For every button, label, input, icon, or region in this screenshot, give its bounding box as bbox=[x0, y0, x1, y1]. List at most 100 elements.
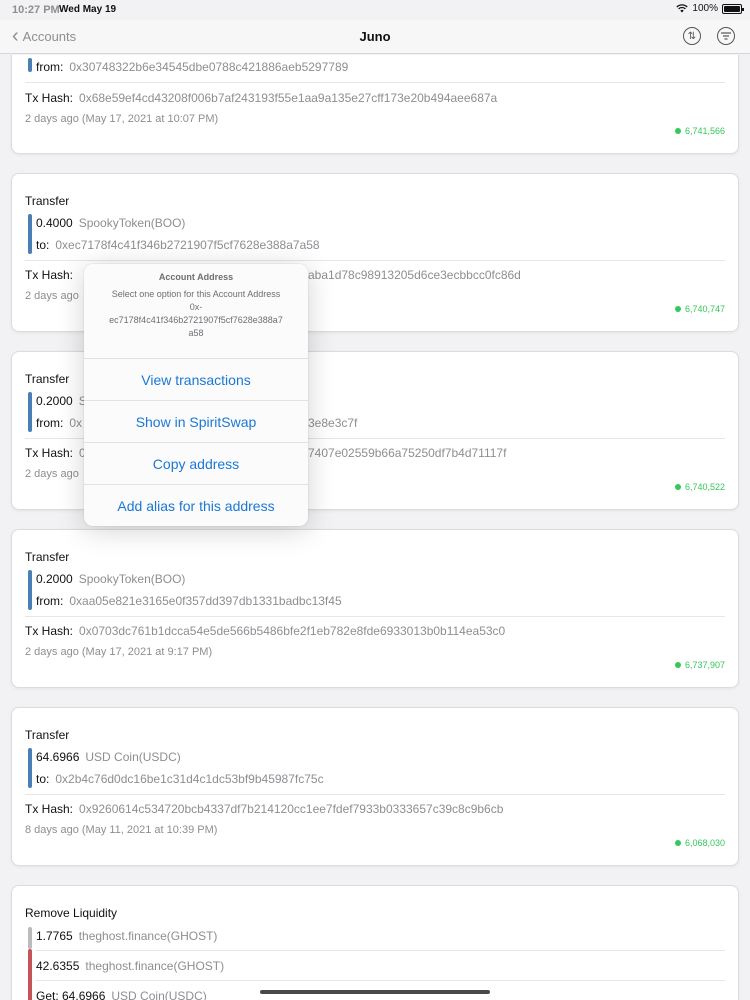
divider bbox=[36, 950, 725, 951]
address-value[interactable]: 0xec7178f4c41f346b2721907f5cf7628e388a7a… bbox=[55, 238, 319, 252]
popover-title: Account Address bbox=[158, 272, 234, 282]
popover-address: 0x- ec7178f4c41f346b2721907f5cf7628e388a… bbox=[109, 302, 283, 338]
popover-message: Select one option for this Account Addre… bbox=[111, 289, 281, 299]
address-label: from: bbox=[36, 60, 64, 74]
block-value: 6,068,030 bbox=[684, 838, 725, 848]
tx-hash-row[interactable]: Tx Hash: 0 bbox=[25, 446, 86, 460]
tx-hash-label: Tx Hash: bbox=[25, 802, 74, 816]
amount-value: 0.2000 bbox=[36, 394, 73, 408]
address-row[interactable]: from: 0xaa05e821e3165e0f357dd397db1331bad… bbox=[36, 594, 342, 608]
amount-value: Get: 64.6966 bbox=[36, 989, 106, 1000]
view-transactions-button[interactable]: View transactions bbox=[84, 358, 308, 400]
status-right: 100% bbox=[676, 3, 744, 14]
home-indicator[interactable] bbox=[260, 990, 490, 994]
address-row[interactable]: to: 0xec7178f4c41f346b2721907f5cf7628e388… bbox=[36, 238, 320, 252]
account-address-popover: Account Address Select one option for th… bbox=[84, 264, 308, 526]
battery-percent: 100% bbox=[692, 3, 718, 14]
block-number: 6,737,907 bbox=[674, 660, 725, 670]
status-dot-icon bbox=[674, 840, 681, 846]
amount-value: 64.6966 bbox=[36, 750, 80, 764]
status-dot-icon bbox=[674, 128, 681, 134]
transaction-card[interactable]: Transfer 0.2000 SpookyToken(BOO) from: 0xa… bbox=[11, 529, 739, 688]
direction-bar bbox=[28, 214, 32, 254]
wifi-icon bbox=[676, 4, 689, 13]
status-time: 10:27 PM bbox=[12, 4, 60, 16]
tx-hash-row[interactable]: Tx Hash: bbox=[25, 268, 73, 282]
address-label: to: bbox=[36, 238, 50, 252]
direction-bar bbox=[28, 392, 32, 432]
amount-row: Get: 64.6966 USD Coin(USDC) bbox=[36, 989, 207, 1000]
tx-hash-label: Tx Hash: bbox=[25, 91, 74, 105]
filter-lines-glyph bbox=[721, 32, 731, 40]
address-value[interactable]: 0x bbox=[69, 416, 82, 430]
amount-row: 1.7765 theghost.finance(GHOST) bbox=[36, 929, 217, 943]
amount-value: 1.7765 bbox=[36, 929, 73, 943]
amount-value: 0.2000 bbox=[36, 572, 73, 586]
block-number: 6,740,747 bbox=[674, 304, 725, 314]
token-name: theghost.finance(GHOST) bbox=[85, 959, 225, 973]
copy-address-button[interactable]: Copy address bbox=[84, 442, 308, 484]
token-name: SpookyToken(BOO) bbox=[78, 572, 186, 586]
direction-bar bbox=[28, 927, 32, 949]
transaction-card[interactable]: Remove Liquidity 1.7765 theghost.finance(… bbox=[11, 885, 739, 1000]
timestamp: 2 days ago (May 17, 2021 at 10:07 PM) bbox=[25, 113, 219, 125]
address-row[interactable]: from: 0x bbox=[36, 416, 82, 430]
tx-hash-value[interactable]: 0x0703dc761b1dcca54e5de566b5486bfe2f1eb7… bbox=[79, 624, 505, 638]
token-name: USD Coin(USDC) bbox=[111, 989, 207, 1000]
token-name: USD Coin(USDC) bbox=[85, 750, 181, 764]
transaction-list[interactable]: from: 0x30748322b6e34545dbe0788c421886aeb… bbox=[0, 55, 750, 1000]
swap-arrows-icon[interactable]: ⇅ bbox=[683, 27, 701, 45]
status-bar: 10:27 PM Wed May 19 100% bbox=[0, 0, 750, 20]
token-name: SpookyToken(BOO) bbox=[78, 216, 186, 230]
direction-bar bbox=[28, 58, 32, 72]
token-name: theghost.finance(GHOST) bbox=[78, 929, 218, 943]
amount-row: 0.4000 SpookyToken(BOO) bbox=[36, 216, 185, 230]
tx-hash-tail-row[interactable]: 7407e02559b66a75250df7b4d71117f bbox=[308, 446, 506, 460]
tx-hash-value[interactable]: 0x9260614c534720bcb4337df7b214120cc1ee7f… bbox=[79, 802, 503, 816]
tx-hash-value[interactable]: 0x68e59ef4cd43208f006b7af243193f55e1aa9a… bbox=[79, 91, 497, 105]
status-date: Wed May 19 bbox=[59, 4, 117, 15]
timestamp: 8 days ago (May 11, 2021 at 10:39 PM) bbox=[25, 824, 218, 836]
timestamp: 2 days ago bbox=[25, 468, 79, 480]
divider bbox=[25, 260, 725, 261]
show-in-spiritswap-button[interactable]: Show in SpiritSwap bbox=[84, 400, 308, 442]
block-number: 6,068,030 bbox=[674, 838, 725, 848]
tx-hash-row[interactable]: Tx Hash: 0x9260614c534720bcb4337df7b21412… bbox=[25, 802, 503, 816]
tx-hash-label: Tx Hash: bbox=[25, 624, 74, 638]
address-value[interactable]: 0x30748322b6e34545dbe0788c421886aeb52977… bbox=[69, 60, 348, 74]
address-tail[interactable]: 3e8e3c7f bbox=[308, 416, 357, 430]
address-row[interactable]: to: 0x2b4c76d0dc16be1c31d4c1dc53bf9b45987… bbox=[36, 772, 324, 786]
page-title: Juno bbox=[359, 29, 391, 44]
divider bbox=[25, 82, 725, 83]
amount-row: 0.2000 SpookyToken(BOO) bbox=[36, 572, 185, 586]
transaction-type: Transfer bbox=[25, 194, 70, 208]
transaction-card[interactable]: from: 0x30748322b6e34545dbe0788c421886aeb… bbox=[11, 55, 739, 154]
timestamp: 2 days ago (May 17, 2021 at 9:17 PM) bbox=[25, 646, 213, 658]
tx-hash-row[interactable]: Tx Hash: 0x68e59ef4cd43208f006b7af243193f… bbox=[25, 91, 497, 105]
tx-hash-value[interactable]: aba1d78c98913205d6ce3ecbbcc0fc86d bbox=[308, 268, 521, 282]
block-number: 6,740,522 bbox=[674, 482, 725, 492]
divider bbox=[25, 616, 725, 617]
address-value[interactable]: 0xaa05e821e3165e0f357dd397db1331badbc13f… bbox=[69, 594, 341, 608]
filter-lines-icon[interactable] bbox=[717, 27, 735, 45]
address-label: to: bbox=[36, 772, 50, 786]
amount-value: 42.6355 bbox=[36, 959, 80, 973]
address-label: from: bbox=[36, 594, 64, 608]
tx-hash-tail[interactable]: 7407e02559b66a75250df7b4d71117f bbox=[308, 446, 506, 460]
transaction-card[interactable]: Transfer 64.6966 USD Coin(USDC) to: 0x2b4c… bbox=[11, 707, 739, 866]
tx-hash-value-visible[interactable]: aba1d78c98913205d6ce3ecbbcc0fc86d bbox=[308, 268, 521, 282]
transaction-type: Transfer bbox=[25, 550, 70, 564]
tx-hash-label: Tx Hash: bbox=[25, 446, 74, 460]
address-row[interactable]: from: 0x30748322b6e34545dbe0788c421886aeb… bbox=[36, 60, 348, 74]
tx-hash-row[interactable]: Tx Hash: 0x0703dc761b1dcca54e5de566b5486b… bbox=[25, 624, 505, 638]
add-alias-button[interactable]: Add alias for this address bbox=[84, 484, 308, 526]
block-value: 6,740,522 bbox=[684, 482, 725, 492]
status-dot-icon bbox=[674, 306, 681, 312]
transaction-type: Transfer bbox=[25, 372, 70, 386]
tx-hash-label: Tx Hash: bbox=[25, 268, 74, 282]
battery-icon bbox=[722, 3, 744, 14]
amount-value: 0.4000 bbox=[36, 216, 73, 230]
address-value[interactable]: 0x2b4c76d0dc16be1c31d4c1dc53bf9b45987fc7… bbox=[55, 772, 323, 786]
navigation-bar: ‹ Accounts Juno ⇅ bbox=[0, 20, 750, 54]
address-value-tail[interactable]: 3e8e3c7f bbox=[308, 416, 357, 430]
